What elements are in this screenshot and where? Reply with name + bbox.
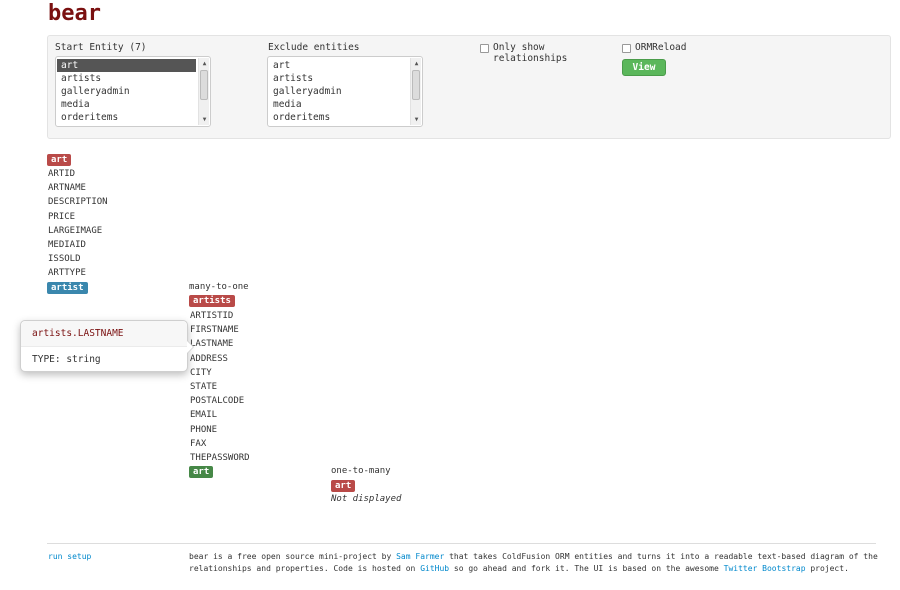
property-item[interactable]: ADDRESS <box>190 352 250 366</box>
relation-label-art[interactable]: art <box>189 466 214 478</box>
start-entity-option[interactable]: artists <box>57 72 196 85</box>
property-item[interactable]: PHONE <box>190 423 250 437</box>
scroll-down-icon[interactable]: ▼ <box>199 115 210 124</box>
property-item[interactable]: EMAIL <box>190 408 250 422</box>
start-entity-option[interactable]: media <box>57 98 196 111</box>
footer-divider <box>47 543 876 544</box>
view-button[interactable]: View <box>622 59 666 76</box>
relation-type-one-to-many: one-to-many <box>331 466 391 476</box>
exclude-entities-label: Exclude entities <box>268 42 360 53</box>
exclude-entity-option[interactable]: art <box>269 59 408 72</box>
run-setup-link[interactable]: run setup <box>48 552 91 561</box>
property-item[interactable]: LASTNAME <box>190 337 250 351</box>
relation-type-many-to-one: many-to-one <box>189 282 249 292</box>
property-item[interactable]: ARTNAME <box>48 181 108 195</box>
scroll-up-icon[interactable]: ▲ <box>199 59 210 68</box>
start-entity-option[interactable]: art <box>57 59 196 72</box>
scroll-thumb[interactable] <box>412 70 420 100</box>
footer-text-3: so go ahead and fork it. The UI is based… <box>449 563 724 573</box>
property-item[interactable]: THEPASSWORD <box>190 451 250 465</box>
property-item[interactable]: LARGEIMAGE <box>48 224 108 238</box>
property-item[interactable]: POSTALCODE <box>190 394 250 408</box>
property-item[interactable]: ISSOLD <box>48 252 108 266</box>
start-entity-label: Start Entity (7) <box>55 42 147 53</box>
exclude-entity-option[interactable]: galleryadmin <box>269 85 408 98</box>
only-relationships-checkbox[interactable] <box>480 44 489 53</box>
entity-label-art[interactable]: art <box>47 154 72 166</box>
scroll-thumb[interactable] <box>200 70 208 100</box>
bootstrap-link[interactable]: Twitter Bootstrap <box>724 564 806 573</box>
relation-label-artist[interactable]: artist <box>47 282 88 294</box>
property-item[interactable]: FIRSTNAME <box>190 323 250 337</box>
property-item[interactable]: ARTISTID <box>190 309 250 323</box>
exclude-entities-select[interactable]: art artists galleryadmin media orderitem… <box>267 56 423 127</box>
entity-label-artists[interactable]: artists <box>189 295 235 307</box>
app-title: bear <box>48 1 101 26</box>
exclude-entities-scrollbar[interactable]: ▲ ▼ <box>410 58 421 125</box>
popover-content: TYPE: string <box>32 354 101 365</box>
property-popover: artists.LASTNAME TYPE: string <box>20 320 194 372</box>
property-item[interactable]: MEDIAID <box>48 238 108 252</box>
scroll-up-icon[interactable]: ▲ <box>411 59 422 68</box>
not-displayed-note: Not displayed <box>331 494 402 504</box>
property-item[interactable]: DESCRIPTION <box>48 195 108 209</box>
start-entity-scrollbar[interactable]: ▲ ▼ <box>198 58 209 125</box>
property-item[interactable]: ARTID <box>48 167 108 181</box>
footer-text-1: bear is a free open source mini-project … <box>189 552 397 561</box>
property-item[interactable]: FAX <box>190 437 250 451</box>
start-entity-option[interactable]: orderitems <box>57 111 196 124</box>
popover-arrow-inner <box>187 341 193 353</box>
property-item[interactable]: PRICE <box>48 210 108 224</box>
start-entity-option[interactable]: galleryadmin <box>57 85 196 98</box>
artists-properties: ARTISTID FIRSTNAME LASTNAME ADDRESS CITY… <box>190 309 250 465</box>
github-link[interactable]: GitHub <box>420 564 449 573</box>
scroll-down-icon[interactable]: ▼ <box>411 115 422 124</box>
orm-reload-checkbox[interactable] <box>622 44 631 53</box>
property-item[interactable]: ARTTYPE <box>48 266 108 280</box>
entity-label-art-child[interactable]: art <box>331 480 356 492</box>
footer-description: bear is a free open source mini-project … <box>189 551 879 574</box>
art-properties: ARTID ARTNAME DESCRIPTION PRICE LARGEIMA… <box>48 167 108 281</box>
only-relationships-label: Only show relationships <box>493 42 568 64</box>
start-entity-select[interactable]: art artists galleryadmin media orderitem… <box>55 56 211 127</box>
author-link[interactable]: Sam Farmer <box>396 552 444 561</box>
exclude-entity-option[interactable]: media <box>269 98 408 111</box>
property-item[interactable]: STATE <box>190 380 250 394</box>
exclude-entity-option[interactable]: artists <box>269 72 408 85</box>
orm-reload-label: ORMReload <box>635 42 687 53</box>
popover-title: artists.LASTNAME <box>21 321 187 347</box>
property-item[interactable]: CITY <box>190 366 250 380</box>
exclude-entity-option[interactable]: orderitems <box>269 111 408 124</box>
footer-text-4: project. <box>805 563 849 573</box>
